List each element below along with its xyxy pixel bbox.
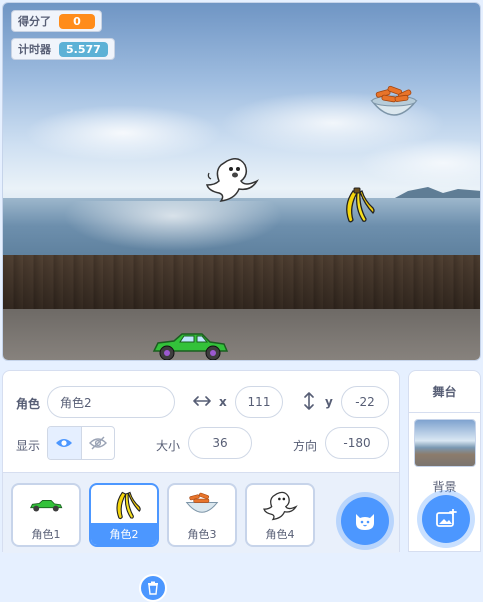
stage-selector[interactable]: 舞台 背景 <box>408 370 481 552</box>
score-monitor-value: 0 <box>59 13 95 29</box>
y-arrows-icon <box>304 392 314 410</box>
add-backdrop-button[interactable] <box>422 495 470 543</box>
timer-monitor-value: 5.577 <box>59 41 108 57</box>
stage[interactable]: 得分了 0 计时器 5.577 <box>2 2 481 361</box>
timer-monitor[interactable]: 计时器 5.577 <box>11 38 115 60</box>
size-input[interactable]: 36 <box>188 427 252 459</box>
eye-hidden-icon <box>88 436 107 450</box>
banana-icon <box>116 491 141 520</box>
stage-panel-title: 舞台 <box>409 371 480 413</box>
sprite-thumb-label: 角色3 <box>187 528 217 541</box>
sprite-panel: 角色 角色2 x 111 y -22 显示 大小 36 方向 -180 角色1 … <box>2 370 400 602</box>
car-sprite[interactable] <box>150 331 230 361</box>
x-arrows-icon <box>193 396 211 406</box>
hide-button[interactable] <box>80 427 115 459</box>
ghost-sprite[interactable] <box>205 155 259 205</box>
sprite-thumb-1[interactable]: 角色1 <box>11 483 81 547</box>
banana-sprite[interactable] <box>335 187 375 227</box>
delete-sprite-button[interactable] <box>139 574 167 602</box>
backdrop-thumbnail[interactable] <box>414 419 476 467</box>
sprite-thumb-2[interactable]: 角色2 <box>89 483 159 547</box>
eye-icon <box>56 439 73 447</box>
sprite-info: 角色 角色2 x 111 y -22 显示 大小 36 方向 -180 <box>3 371 399 471</box>
timer-monitor-label: 计时器 <box>18 43 51 56</box>
show-label: 显示 <box>16 439 41 453</box>
score-monitor[interactable]: 得分了 0 <box>11 10 102 32</box>
cat-icon <box>356 514 374 530</box>
sprite-name-input[interactable]: 角色2 <box>47 386 175 418</box>
food-bowl-sprite[interactable] <box>368 85 420 127</box>
backdrop-ground <box>3 309 480 360</box>
backdrop-sea-glow <box>63 201 283 251</box>
x-input[interactable]: 111 <box>235 386 283 418</box>
direction-input[interactable]: -180 <box>325 427 389 459</box>
food-bowl-icon <box>185 492 219 513</box>
sprite-thumb-4[interactable]: 角色4 <box>245 483 315 547</box>
sprite-name-label: 角色 <box>16 397 41 411</box>
trash-icon <box>148 581 158 595</box>
y-label: y <box>325 395 333 409</box>
show-button[interactable] <box>48 427 81 459</box>
sprite-thumb-label: 角色2 <box>91 523 157 545</box>
car-icon <box>30 500 63 512</box>
add-sprite-button[interactable] <box>341 497 389 545</box>
image-add-icon <box>436 509 457 527</box>
sprite-list: 角色1 角色2 角色3 角色4 <box>3 472 399 602</box>
visibility-toggle <box>47 426 115 460</box>
size-label: 大小 <box>156 439 181 453</box>
score-monitor-label: 得分了 <box>18 15 51 28</box>
sprite-thumb-3[interactable]: 角色3 <box>167 483 237 547</box>
sprite-thumb-label: 角色4 <box>265 528 295 541</box>
ghost-icon <box>263 491 298 521</box>
backdrop-label: 背景 <box>432 480 457 494</box>
direction-label: 方向 <box>293 439 318 453</box>
sprite-thumb-label: 角色1 <box>31 528 61 541</box>
x-label: x <box>219 395 227 409</box>
y-input[interactable]: -22 <box>341 386 389 418</box>
